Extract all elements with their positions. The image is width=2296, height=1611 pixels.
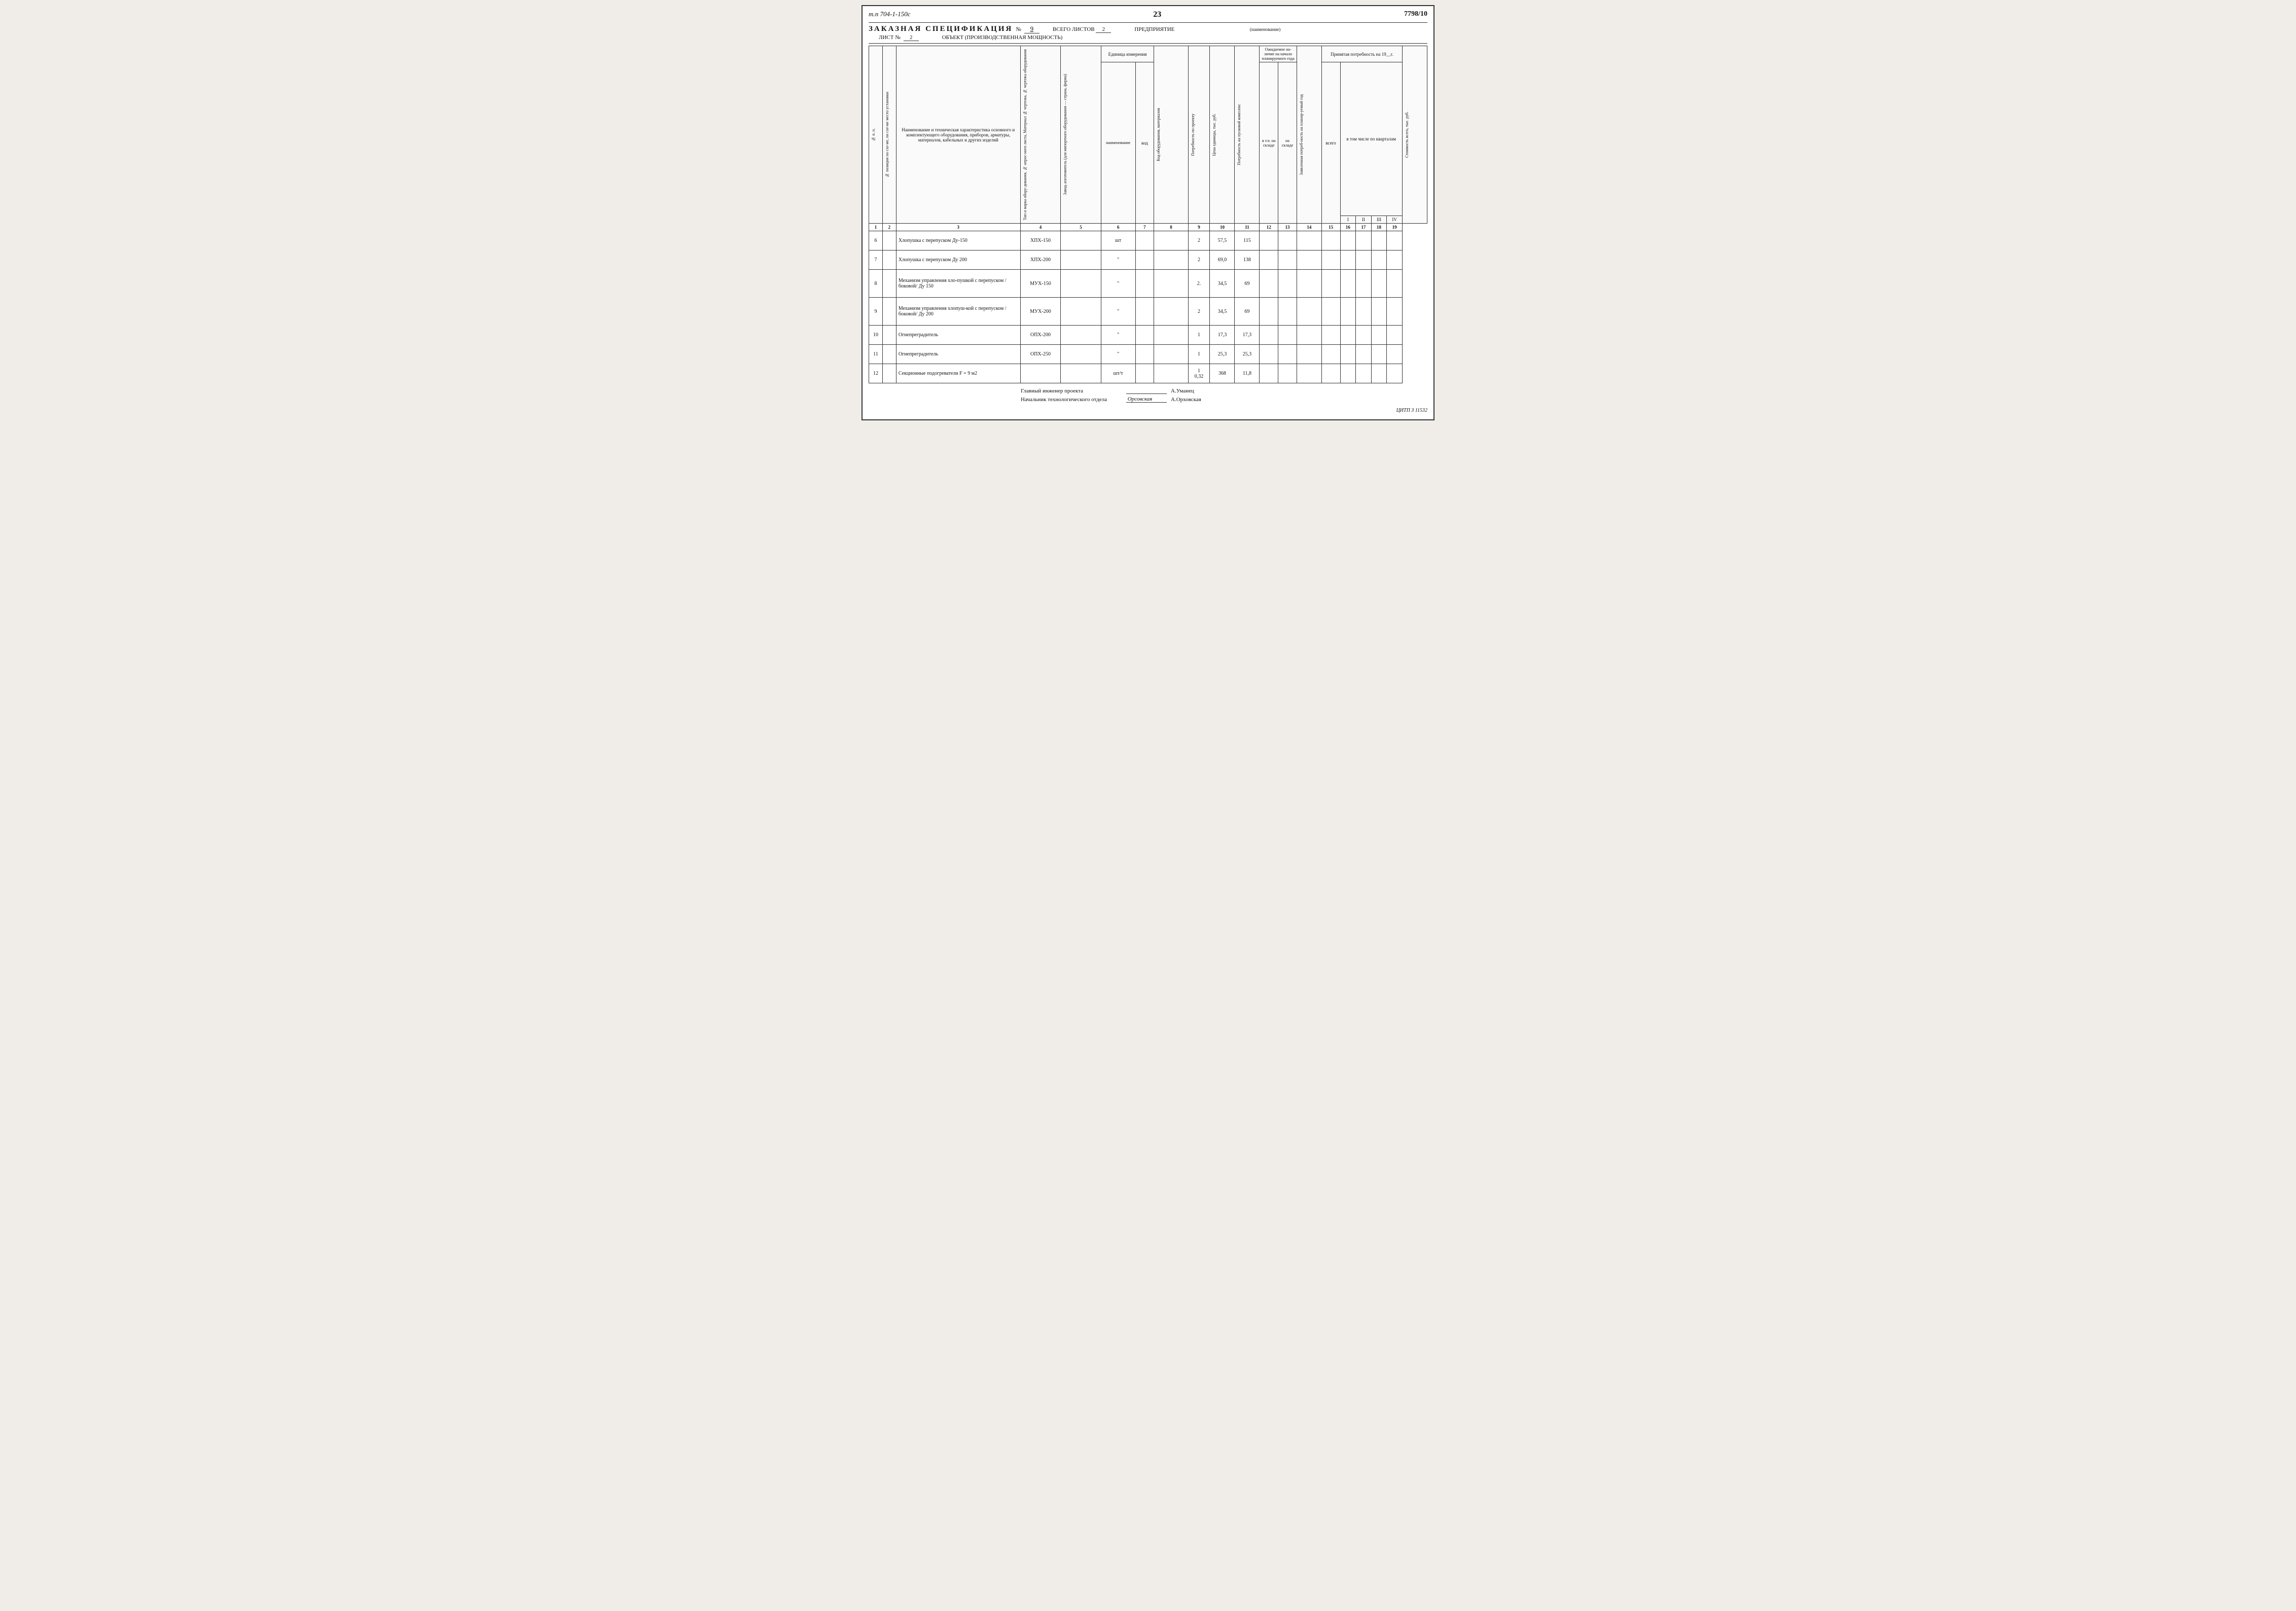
num-5: 5 [1061,224,1101,231]
table-row: 11ОгнепреградительОПХ-250"125,325,3 [869,345,1427,364]
col14-header: Стоимость всего, тыс. руб. [1402,46,1427,224]
num-6: 6 [1101,224,1135,231]
col5-header: Завод–изготовитель (для импортного обору… [1061,46,1101,224]
header-row2: ЛИСТ № 2 ОБЪЕКТ (ПРОИЗВОДСТВЕННАЯ МОЩНОС… [869,34,1427,41]
doc-code: 7798/10 [1404,10,1427,18]
table-row: 12Секционные подогреватели F = 9 м2шт/т1… [869,364,1427,383]
col6a-header: наименование [1101,62,1135,224]
head-label: Начальник технологического отдела [1021,397,1122,403]
head-sig-line: Орсовская [1126,396,1167,403]
table-body: 6Хлопушка с перепуском Ду-150ХПХ-150шт25… [869,231,1427,383]
col12-header: Заявленная потреб-ность на планир-уемый … [1297,46,1321,224]
table-row: 6Хлопушка с перепуском Ду-150ХПХ-150шт25… [869,231,1427,250]
object-label: ОБЪЕКТ (ПРОИЗВОДСТВЕННАЯ МОЩНОСТЬ) [942,34,1063,41]
doc-ref: т.п 704-1-150с [869,10,910,18]
page: т.п 704-1-150с 23 7798/10 ЗАКАЗНАЯ СПЕЦИ… [862,5,1434,420]
num-10: 10 [1210,224,1235,231]
bottom-reference: ЦИТП З 11532 [869,408,1427,413]
col2-header: № позиции по схе-ме, по схе-ме место уст… [882,46,896,224]
page-number: 23 [910,10,1404,19]
head-dept-row: Начальник технологического отдела Орсовс… [1021,396,1427,403]
num-15: 15 [1321,224,1340,231]
head-name: А.Орховская [1171,397,1201,403]
header-block: ЗАКАЗНАЯ СПЕЦИФИКАЦИЯ № 9 ВСЕГО ЛИСТОВ 2… [869,22,1427,44]
col1-header: № п. п. [869,46,883,224]
num-2: 2 [882,224,896,231]
sheet-value: 2 [904,34,919,41]
num-19: 19 [1387,224,1403,231]
col13-q2-header: II [1356,216,1372,224]
chief-name: А.Уманец [1171,388,1194,394]
num-7: 7 [1135,224,1154,231]
col13-all-header: всего [1321,62,1340,224]
table-row: 8Механизм управления хло-пушкой с перепу… [869,270,1427,298]
table-row: 10ОгнепреградительОПХ-200"117,317,3 [869,326,1427,345]
chief-sig-line [1126,387,1167,394]
column-header-row: № п. п. № позиции по схе-ме, по схе-ме м… [869,46,1427,62]
num-16: 16 [1340,224,1356,231]
num-8: 8 [1154,224,1188,231]
col13-header: Принятая потребность на 19__г. [1321,46,1402,62]
col8-header: Потребность по проекту [1188,46,1210,224]
main-table: № п. п. № позиции по схе-ме, по схе-ме м… [869,46,1427,383]
num-14: 14 [1297,224,1321,231]
no-value: 9 [1024,25,1039,33]
enterprise-name-label: (наименование) [1250,27,1280,32]
col10-header: Потребность на пусковой комплекс [1235,46,1260,224]
num-9: 9 [1188,224,1210,231]
num-11: 11 [1235,224,1260,231]
sheets-label: ВСЕГО ЛИСТОВ [1053,26,1095,32]
sheets-value: 2 [1096,26,1111,33]
header-row1: ЗАКАЗНАЯ СПЕЦИФИКАЦИЯ № 9 ВСЕГО ЛИСТОВ 2… [869,25,1427,33]
num-17: 17 [1356,224,1372,231]
col13-q1-header: I [1340,216,1356,224]
num-12: 12 [1260,224,1278,231]
col-number-row: 1 2 3 4 5 6 7 8 9 10 11 12 13 14 15 16 1… [869,224,1427,231]
table-row: 9Механизм управления хлопуш-кой с перепу… [869,298,1427,326]
col11-header: Ожидаемое на-личие на начало планируемог… [1260,46,1297,62]
footer-signatures: Главный инженер проекта А.Уманец Начальн… [1021,387,1427,403]
chief-engineer-row: Главный инженер проекта А.Уманец [1021,387,1427,394]
num-13: 13 [1278,224,1297,231]
col13-q3-header: III [1371,216,1387,224]
num-18: 18 [1371,224,1387,231]
col7-header: Код оборудования, материалов [1154,46,1188,224]
sheets-info: ВСЕГО ЛИСТОВ 2 [1053,26,1111,33]
num-4: 4 [1020,224,1061,231]
header-title: ЗАКАЗНАЯ СПЕЦИФИКАЦИЯ [869,25,1013,33]
col3-header: Наименование и техническая характеристик… [896,46,1020,224]
table-row: 7Хлопушка с перепуском Ду 200ХПХ-200"269… [869,250,1427,270]
col13-q4-header: IV [1387,216,1403,224]
col9-header: Цена единицы, тыс. руб. [1210,46,1235,224]
col11b-header: на складе [1278,62,1297,224]
col11a-header: в т.ч. на складе [1260,62,1278,224]
col6-header: Единица измерения [1101,46,1154,62]
no-label: № [1016,26,1021,32]
top-bar: т.п 704-1-150с 23 7798/10 [869,10,1427,20]
col13-quarters-header: в том числе по кварталам [1340,62,1402,216]
col4-header: Тип и марка обору-дования, № опрос-ного … [1020,46,1061,224]
sheet-label: ЛИСТ № [879,34,901,41]
enterprise-label: ПРЕДПРИЯТИЕ [1134,26,1174,32]
col6b-header: код [1135,62,1154,224]
enterprise-block: ПРЕДПРИЯТИЕ (наименование) [1134,26,1427,32]
chief-label: Главный инженер проекта [1021,388,1122,394]
num-1: 1 [869,224,883,231]
num-3: 3 [896,224,1020,231]
